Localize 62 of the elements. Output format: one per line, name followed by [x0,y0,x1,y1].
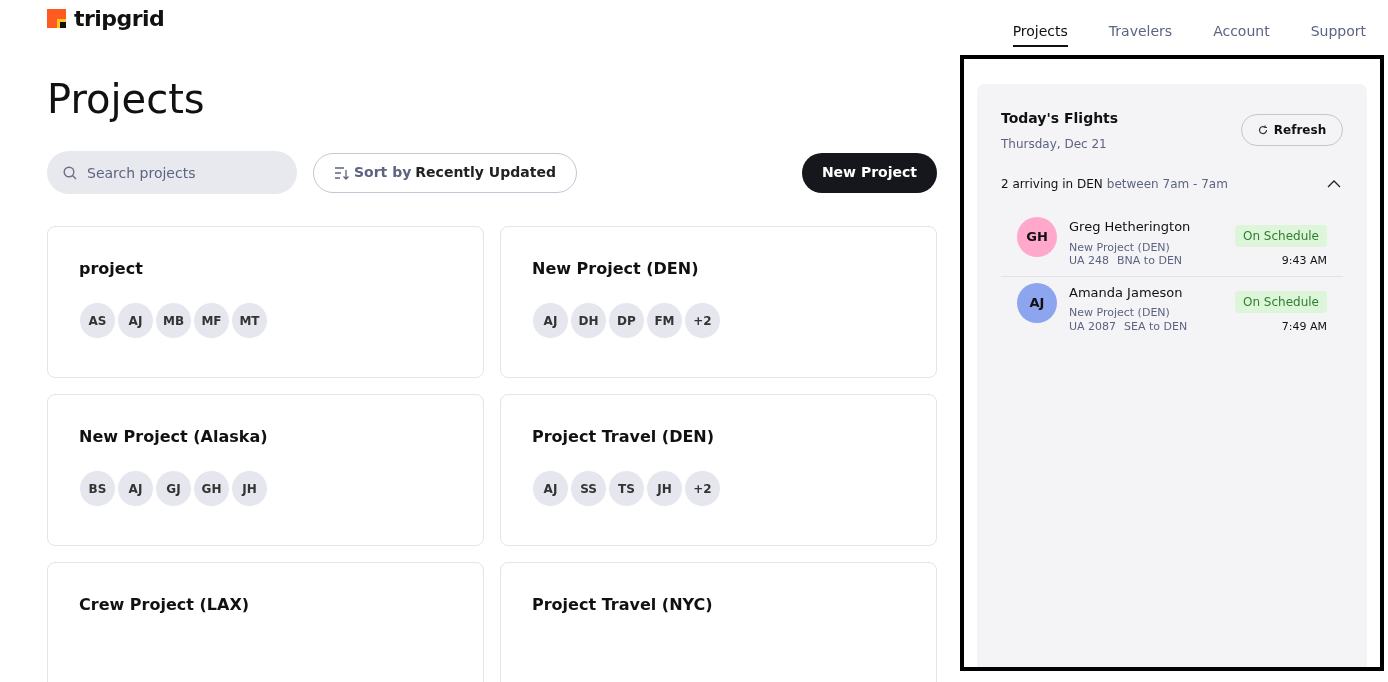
arrival-time: 9:43 AM [1281,253,1327,269]
member-avatar: AJ [117,302,154,339]
member-avatar: FM [646,302,683,339]
project-name: New Project (DEN) [1069,306,1171,320]
status-badge: On Schedule [1235,225,1327,247]
project-name: New Project (Alaska) [79,426,269,448]
logo-icon [47,9,66,28]
project-name: Project Travel (DEN) [532,426,716,448]
nav-tab[interactable]: Account [1213,24,1270,47]
project-card[interactable]: Project Travel (DEN) AJ SS TS JH +2 [500,394,937,546]
group-label: 2 arriving in DEN [1001,176,1103,193]
project-name: New Project (DEN) [532,258,700,280]
member-avatar: AJ [532,470,569,507]
member-avatar: AJ [117,470,154,507]
panel-title: Today's Flights [1001,109,1119,128]
member-avatar: AJ [532,302,569,339]
member-avatar: GH [193,470,230,507]
traveler-avatar: AJ [1017,282,1057,323]
member-avatar: +2 [684,302,721,339]
sort-icon [334,165,350,180]
group-range: between 7am - 7am [1106,176,1228,193]
nav-tab[interactable]: Travelers [1108,24,1173,47]
member-avatar: SS [570,470,607,507]
flight-route: SEA to DEN [1124,319,1188,334]
search-icon [63,166,77,180]
member-avatar: AS [79,302,116,339]
project-name: New Project (DEN) [1069,240,1171,255]
status-badge: On Schedule [1235,290,1327,313]
panel-date: Thursday, Dec 21 [1001,136,1108,153]
project-card[interactable]: Project Travel (NYC) [500,562,937,682]
member-avatar: MF [193,302,230,339]
project-name: Project Travel (NYC) [532,594,714,616]
project-card[interactable]: New Project (Alaska) BS AJ GJ GH JH [47,394,484,546]
flight-number: UA 248 [1069,254,1110,268]
arrival-time: 7:49 AM [1281,318,1327,335]
chevron-up-icon[interactable] [1327,180,1341,188]
traveler-name: Greg Hetherington [1069,218,1192,236]
member-avatar: TS [608,470,645,507]
member-avatar: +2 [684,470,721,507]
member-avatar: BS [79,470,116,507]
member-avatar: JH [231,470,268,507]
project-card[interactable]: project AS AJ MB MF MT [47,226,484,378]
member-avatar: JH [646,470,683,507]
nav-tab[interactable]: Projects [1012,24,1068,47]
search-field[interactable]: Search projects [47,151,297,194]
project-name: project [79,258,144,280]
flight-number: UA 2087 [1069,319,1117,334]
member-avatar: MT [231,302,268,339]
brand-name: tripgrid [74,5,165,33]
member-avatar: MB [155,302,192,339]
traveler-avatar: GH [1017,217,1057,257]
nav-tab[interactable]: Support [1310,24,1366,47]
project-name: Crew Project (LAX) [79,594,251,616]
new-project-button[interactable]: New Project [801,152,937,193]
project-card[interactable]: Crew Project (LAX) [47,562,484,682]
refresh-icon [1257,125,1268,135]
member-avatar: DH [570,302,607,339]
project-card[interactable]: New Project (DEN) AJ DH DP FM +2 [500,226,937,378]
member-avatar: GJ [155,470,192,507]
flight-route: BNA to DEN [1117,254,1183,268]
member-avatar: DP [608,302,645,339]
traveler-name: Amanda Jameson [1069,283,1184,302]
